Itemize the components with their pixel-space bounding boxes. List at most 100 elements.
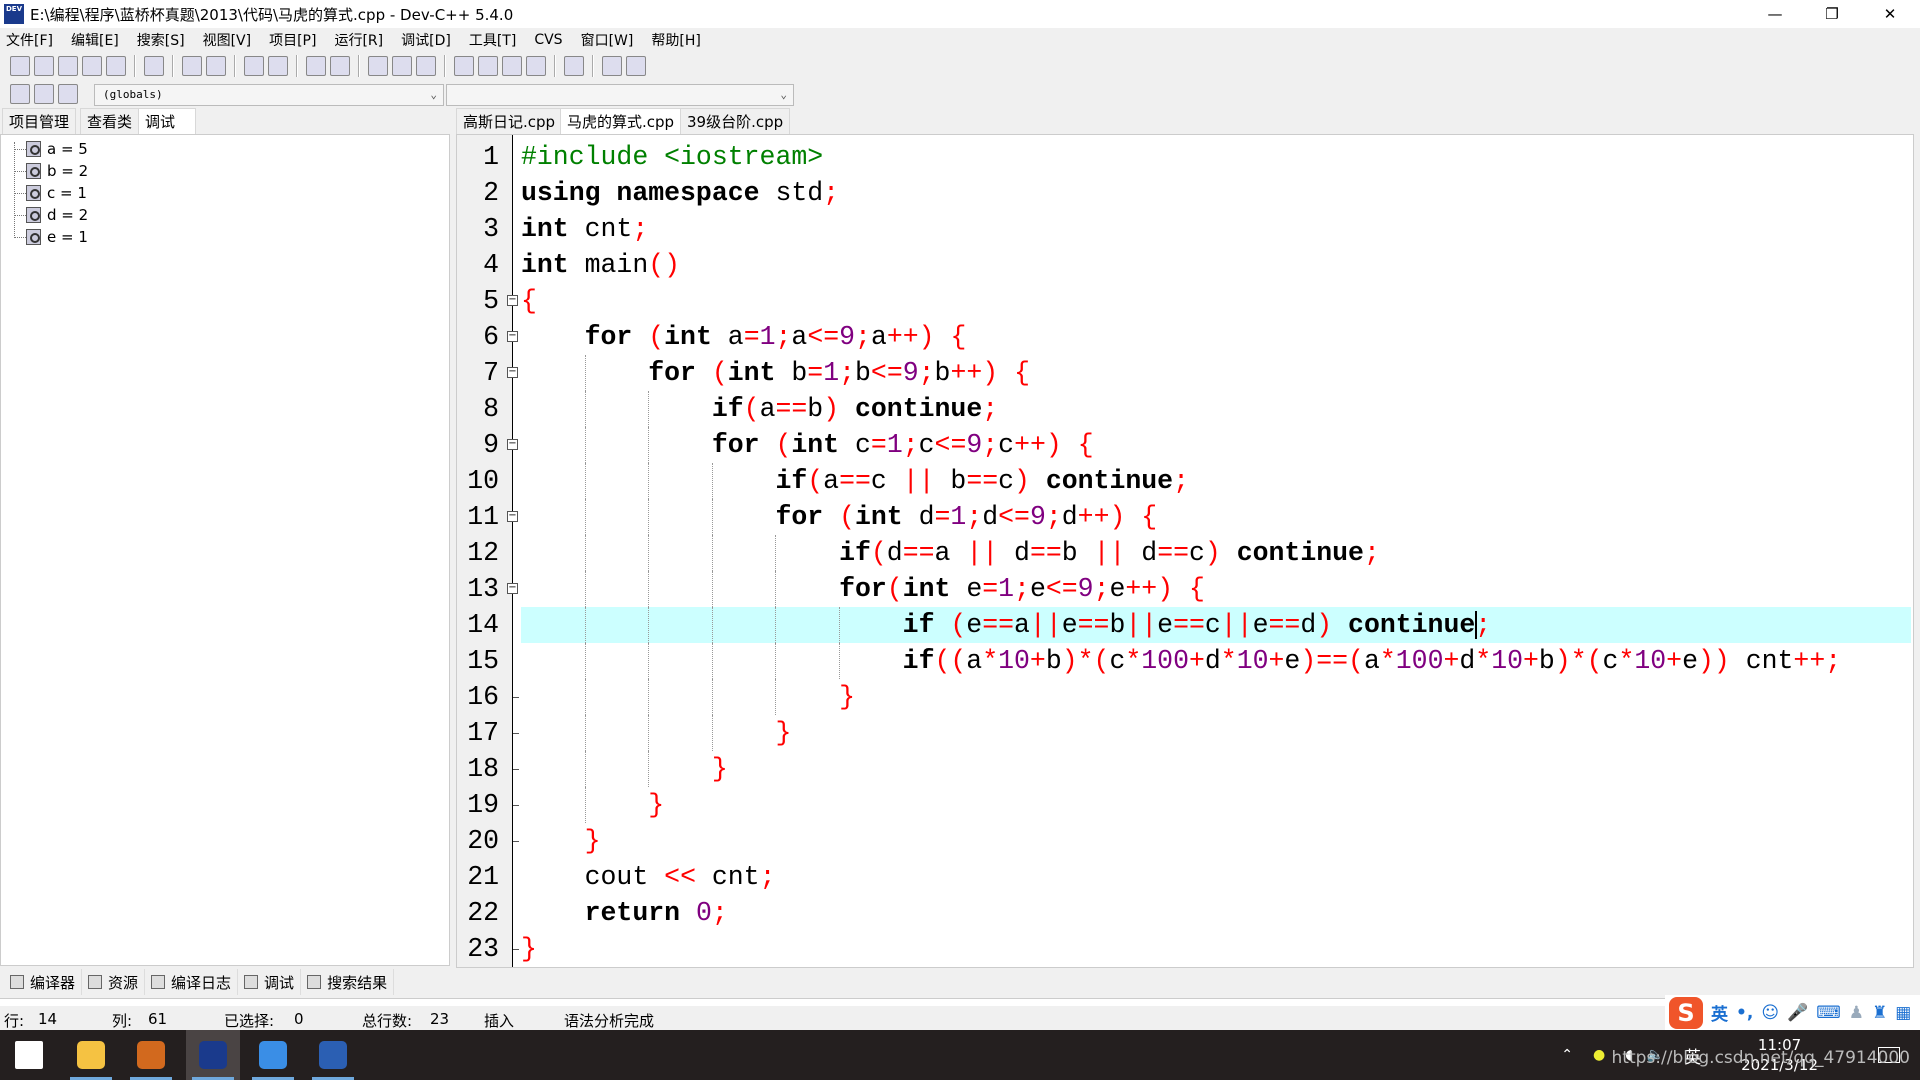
code-line[interactable]: int cnt; bbox=[521, 211, 1911, 247]
code-line[interactable]: } bbox=[521, 751, 1911, 787]
ime-punct-toggle[interactable]: •, bbox=[1736, 1003, 1753, 1023]
code-line[interactable]: for (int a=1;a<=9;a++) { bbox=[521, 319, 1911, 355]
bottom-tab[interactable]: 编译日志 bbox=[145, 969, 239, 995]
replace-icon[interactable] bbox=[268, 56, 288, 76]
tab-debug[interactable]: 调试 bbox=[138, 108, 196, 134]
bookmark-next-icon[interactable] bbox=[392, 56, 412, 76]
project-add-icon[interactable] bbox=[34, 84, 54, 104]
ime-lang-toggle[interactable]: 英 bbox=[1711, 1000, 1728, 1025]
tray-expand-icon[interactable]: ⌃ bbox=[1561, 1047, 1573, 1063]
restore-button[interactable]: ❐ bbox=[1804, 0, 1860, 28]
menu-item[interactable]: 调试[D] bbox=[401, 30, 451, 50]
close-file-icon[interactable] bbox=[106, 56, 126, 76]
fold-toggle-icon[interactable]: − bbox=[507, 439, 518, 450]
code-line[interactable]: for (int b=1;b<=9;b++) { bbox=[521, 355, 1911, 391]
menu-item[interactable]: 窗口[W] bbox=[581, 30, 634, 50]
code-line[interactable]: } bbox=[521, 931, 1911, 967]
code-line[interactable]: if((a*10+b)*(c*100+d*10+e)==(a*100+d*10+… bbox=[521, 643, 1911, 679]
code-line[interactable]: if(a==c || b==c) continue; bbox=[521, 463, 1911, 499]
microphone-icon[interactable]: 🎤 bbox=[1787, 1003, 1808, 1023]
fold-toggle-icon[interactable]: − bbox=[507, 331, 518, 342]
bottom-tab[interactable]: 搜索结果 bbox=[301, 969, 395, 995]
watch-item[interactable]: c = 1 bbox=[14, 182, 87, 204]
bottom-tab[interactable]: 编译器 bbox=[4, 969, 83, 995]
file-tab-39-steps[interactable]: 39级台阶.cpp bbox=[680, 108, 791, 134]
fold-toggle-icon[interactable]: − bbox=[507, 367, 518, 378]
code-line[interactable]: for (int d=1;d<=9;d++) { bbox=[521, 499, 1911, 535]
code-line[interactable]: return 0; bbox=[521, 895, 1911, 931]
redo-icon[interactable] bbox=[206, 56, 226, 76]
code-line[interactable]: } bbox=[521, 679, 1911, 715]
goto-icon[interactable] bbox=[416, 56, 436, 76]
members-combo[interactable]: ⌄ bbox=[446, 84, 794, 106]
word-icon[interactable] bbox=[306, 1030, 360, 1080]
syntax-check-icon[interactable] bbox=[564, 56, 584, 76]
devcpp-icon[interactable] bbox=[186, 1030, 240, 1080]
file-explorer-icon[interactable] bbox=[64, 1030, 118, 1080]
fold-toggle-icon[interactable]: − bbox=[507, 295, 518, 306]
code-line[interactable]: using namespace std; bbox=[521, 175, 1911, 211]
fold-toggle-icon[interactable]: − bbox=[507, 511, 518, 522]
watch-item[interactable]: d = 2 bbox=[14, 204, 88, 226]
menu-item[interactable]: 工具[T] bbox=[469, 30, 516, 50]
run-icon[interactable] bbox=[478, 56, 498, 76]
new-file-icon[interactable] bbox=[10, 56, 30, 76]
compile-icon[interactable] bbox=[454, 56, 474, 76]
file-tab-gauss[interactable]: 高斯日记.cpp bbox=[456, 108, 563, 134]
unindent-icon[interactable] bbox=[330, 56, 350, 76]
tab-project[interactable]: 项目管理 bbox=[2, 108, 77, 134]
photo-app-icon[interactable] bbox=[124, 1030, 178, 1080]
menu-item[interactable]: 搜索[S] bbox=[137, 30, 185, 50]
emoji-icon[interactable]: ☺ bbox=[1761, 1003, 1779, 1023]
bookmark-prev-icon[interactable] bbox=[368, 56, 388, 76]
chart-icon[interactable] bbox=[602, 56, 622, 76]
tray-app-icon[interactable]: ● bbox=[1593, 1047, 1605, 1063]
sogou-browser-icon[interactable] bbox=[246, 1030, 300, 1080]
menu-item[interactable]: 文件[F] bbox=[6, 30, 53, 50]
user-icon[interactable]: ♟ bbox=[1849, 1003, 1864, 1023]
watch-item[interactable]: a = 5 bbox=[14, 138, 88, 160]
rebuild-icon[interactable] bbox=[526, 56, 546, 76]
code-line[interactable]: for(int e=1;e<=9;e++) { bbox=[521, 571, 1911, 607]
code-line[interactable]: } bbox=[521, 823, 1911, 859]
menu-item[interactable]: 运行[R] bbox=[334, 30, 383, 50]
bottom-tab[interactable]: 调试 bbox=[238, 969, 302, 995]
project-options-icon[interactable] bbox=[58, 84, 78, 104]
code-line[interactable]: if(d==a || d==b || d==c) continue; bbox=[521, 535, 1911, 571]
compile-run-icon[interactable] bbox=[502, 56, 522, 76]
save-all-icon[interactable] bbox=[82, 56, 102, 76]
code-line[interactable]: for (int c=1;c<=9;c++) { bbox=[521, 427, 1911, 463]
keyboard-icon[interactable]: ⌨ bbox=[1816, 1003, 1841, 1023]
skin-icon[interactable]: ♜ bbox=[1872, 1003, 1887, 1023]
fold-toggle-icon[interactable]: − bbox=[507, 583, 518, 594]
watch-item[interactable]: b = 2 bbox=[14, 160, 88, 182]
code-line[interactable]: int main() bbox=[521, 247, 1911, 283]
start-icon[interactable] bbox=[2, 1030, 56, 1080]
minimize-button[interactable]: — bbox=[1747, 0, 1803, 28]
code-line[interactable]: } bbox=[521, 787, 1911, 823]
code-line[interactable]: } bbox=[521, 715, 1911, 751]
undo-icon[interactable] bbox=[182, 56, 202, 76]
indent-icon[interactable] bbox=[306, 56, 326, 76]
open-file-icon[interactable] bbox=[34, 56, 54, 76]
save-icon[interactable] bbox=[58, 56, 78, 76]
print-icon[interactable] bbox=[144, 56, 164, 76]
close-button[interactable]: ✕ bbox=[1862, 0, 1918, 28]
code-line[interactable]: { bbox=[521, 283, 1911, 319]
stop-icon[interactable] bbox=[626, 56, 646, 76]
menu-item[interactable]: CVS bbox=[534, 32, 562, 48]
grid-menu-icon[interactable]: ▦ bbox=[1895, 1003, 1911, 1023]
code-line[interactable]: cout << cnt; bbox=[521, 859, 1911, 895]
bottom-tab[interactable]: 资源 bbox=[82, 969, 146, 995]
file-tab-mahu[interactable]: 马虎的算式.cpp bbox=[560, 108, 682, 134]
find-icon[interactable] bbox=[244, 56, 264, 76]
code-line[interactable]: #include <iostream> bbox=[521, 139, 1911, 175]
code-editor[interactable]: 1 2 3 4 5−6−7−8 9−10 11−12 13−14 15 16 17 18 19 20 21 2… bbox=[456, 134, 1914, 968]
menu-item[interactable]: 项目[P] bbox=[269, 30, 316, 50]
menu-item[interactable]: 帮助[H] bbox=[651, 30, 700, 50]
watch-item[interactable]: e = 1 bbox=[14, 226, 88, 248]
current-code-line[interactable]: if (e==a||e==b||e==c||e==d) continue; bbox=[521, 607, 1911, 643]
project-new-icon[interactable] bbox=[10, 84, 30, 104]
scope-combo[interactable]: (globals) ⌄ bbox=[94, 84, 444, 106]
menu-item[interactable]: 视图[V] bbox=[203, 30, 252, 50]
